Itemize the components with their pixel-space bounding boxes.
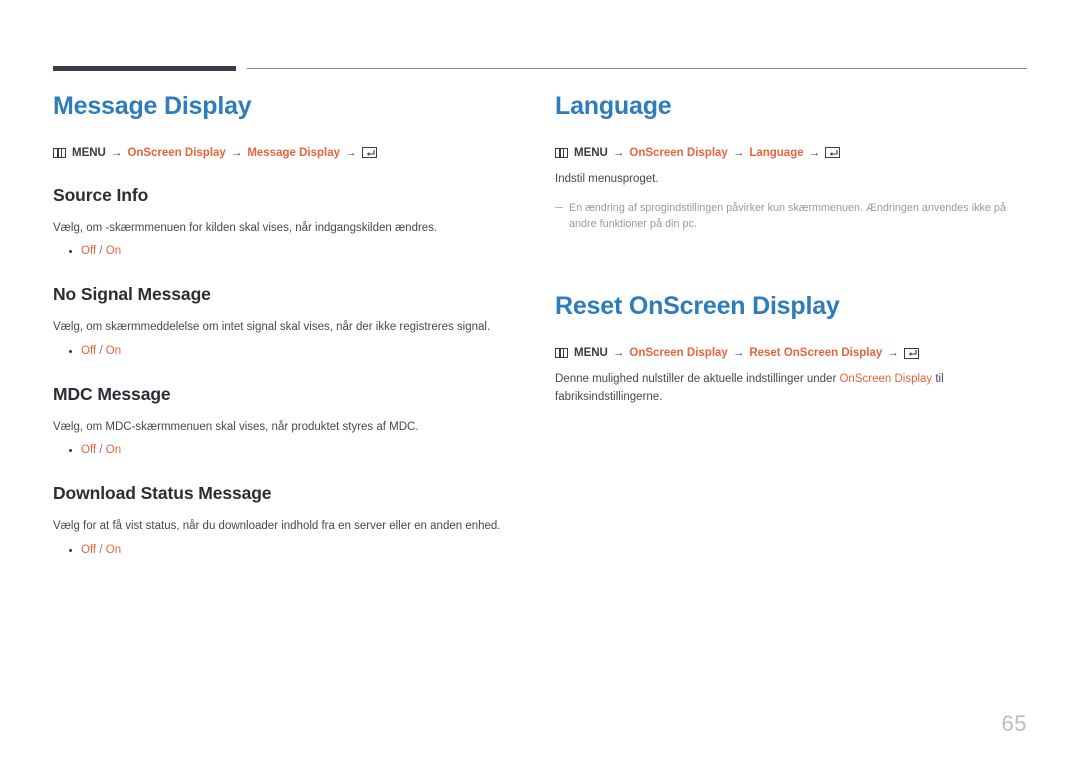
breadcrumb-arrow-3: →: [808, 146, 821, 159]
section-heading-source-info: Source Info: [53, 184, 149, 205]
left-column: Message Display MENU → OnScreen Display …: [53, 92, 533, 559]
menu-grid-icon: [555, 147, 568, 158]
list-item[interactable]: Off / On: [53, 343, 533, 360]
breadcrumb-item-language[interactable]: Language: [749, 145, 803, 161]
breadcrumb-arrow-3: →: [345, 146, 357, 159]
breadcrumb-menu-label: MENU: [574, 347, 608, 360]
breadcrumb-arrow-1: →: [110, 146, 123, 159]
enter-key-icon: [825, 147, 841, 159]
enter-key-icon: [361, 147, 377, 159]
breadcrumb-menu-label: MENU: [574, 146, 608, 159]
breadcrumb-language[interactable]: MENU → OnScreen Display → Language →: [555, 145, 1035, 161]
list-item[interactable]: Off / On: [53, 243, 533, 260]
page-number: 65: [1001, 711, 1027, 736]
breadcrumb-arrow-2: →: [230, 146, 243, 159]
reset-body-before: Denne mulighed nulstiller de aktuelle in…: [555, 373, 840, 386]
section-body-download-status-message: Vælg for at få vist status, når du downl…: [53, 520, 501, 533]
header-rule-thin: [247, 68, 1027, 69]
option-separator: /: [99, 444, 103, 457]
note-language: En ændring af sprogindstillingen påvirke…: [555, 200, 1035, 232]
option-off[interactable]: Off: [81, 544, 96, 556]
breadcrumb-item-reset-onscreen-display[interactable]: Reset OnScreen Display: [749, 345, 882, 361]
list-item[interactable]: Off / On: [53, 542, 533, 559]
option-separator: /: [99, 344, 103, 357]
option-list-mdc-message: Off / On: [53, 442, 533, 459]
breadcrumb-arrow-1: →: [612, 146, 625, 159]
page-title-language: Language: [555, 92, 672, 120]
breadcrumb-reset-onscreen-display[interactable]: MENU → OnScreen Display → Reset OnScreen…: [555, 345, 1035, 361]
list-item[interactable]: Off / On: [53, 442, 533, 459]
manual-page: Message Display MENU → OnScreen Display …: [0, 0, 1080, 763]
breadcrumb-item-message-display[interactable]: Message Display: [247, 145, 340, 161]
section-body-mdc-message: Vælg, om MDC-skærmmenuen skal vises, når…: [53, 420, 419, 433]
breadcrumb-item-onscreen-display[interactable]: OnScreen Display: [629, 145, 727, 161]
option-on[interactable]: On: [106, 544, 121, 556]
option-off[interactable]: Off: [81, 245, 96, 257]
section-body-language: Indstil menusproget.: [555, 172, 659, 185]
menu-grid-icon: [555, 348, 568, 359]
breadcrumb-item-onscreen-display[interactable]: OnScreen Display: [629, 345, 727, 361]
breadcrumb-menu-label: MENU: [72, 146, 106, 159]
page-title-message-display: Message Display: [53, 92, 252, 120]
option-separator: /: [99, 245, 103, 258]
breadcrumb-arrow-3: →: [887, 347, 899, 360]
breadcrumb-item-onscreen-display[interactable]: OnScreen Display: [127, 145, 225, 161]
header-rule-thick: [53, 66, 236, 71]
breadcrumb-arrow-1: →: [612, 347, 625, 360]
breadcrumb-arrow-2: →: [732, 146, 745, 159]
inline-link-onscreen-display[interactable]: OnScreen Display: [839, 373, 932, 385]
option-off[interactable]: Off: [81, 444, 96, 456]
page-header-rules: [0, 66, 1080, 76]
right-column: Language MENU → OnScreen Display → Langu…: [555, 92, 1035, 406]
enter-key-icon: [903, 347, 919, 359]
option-list-no-signal-message: Off / On: [53, 343, 533, 360]
page-title-reset-onscreen-display: Reset OnScreen Display: [555, 292, 840, 321]
option-separator: /: [99, 543, 103, 556]
option-on[interactable]: On: [106, 444, 121, 456]
breadcrumb-message-display[interactable]: MENU → OnScreen Display → Message Displa…: [53, 145, 533, 161]
option-list-download-status-message: Off / On: [53, 542, 533, 559]
section-body-reset-onscreen-display: Denne mulighed nulstiller de aktuelle in…: [555, 371, 955, 406]
breadcrumb-arrow-2: →: [732, 347, 745, 360]
section-body-no-signal-message: Vælg, om skærmmeddelelse om intet signal…: [53, 321, 491, 334]
option-on[interactable]: On: [106, 345, 121, 357]
menu-grid-icon: [53, 147, 66, 158]
section-heading-no-signal-message: No Signal Message: [53, 284, 211, 305]
section-heading-download-status-message: Download Status Message: [53, 483, 272, 504]
option-list-source-info: Off / On: [53, 243, 533, 260]
option-on[interactable]: On: [106, 245, 121, 257]
section-heading-mdc-message: MDC Message: [53, 383, 171, 404]
option-off[interactable]: Off: [81, 345, 96, 357]
section-body-source-info: Vælg, om -skærmmenuen for kilden skal vi…: [53, 221, 438, 234]
